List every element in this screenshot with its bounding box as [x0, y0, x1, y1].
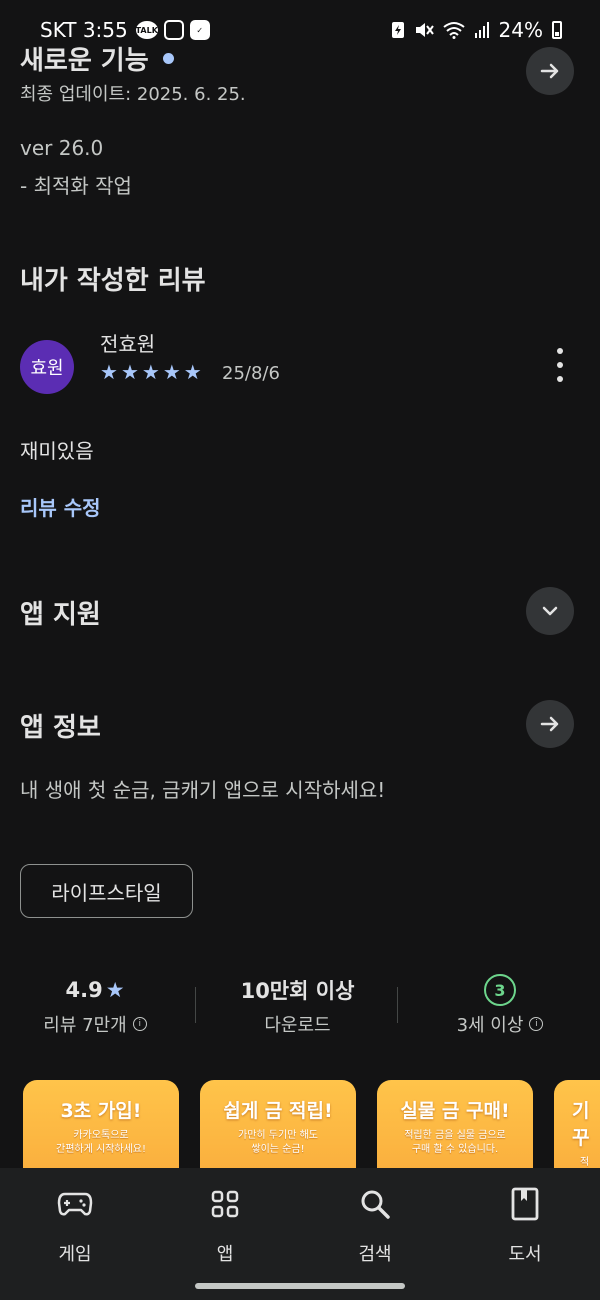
review-count: 리뷰 7만개 [43, 1015, 127, 1036]
arrow-right-icon [540, 716, 559, 732]
avatar: 효원 [20, 340, 74, 394]
whats-new-label: 새로운 기능 [20, 46, 149, 76]
info-icon: i [529, 1017, 544, 1031]
star-icon: ★ [100, 360, 118, 384]
star-icon: ★ [120, 360, 139, 384]
book-icon [511, 1187, 539, 1221]
rating-value: 4.9 [65, 978, 103, 1002]
screenshot-title: 3초 가입! [60, 1100, 142, 1122]
whats-new-title[interactable]: 새로운 기능 [20, 40, 174, 77]
app-info-heading[interactable]: 앱 정보 [20, 707, 101, 744]
version-text: ver 26.0 [20, 136, 104, 160]
screenshot-caption: 적립한 금을 실물 금으로 구매 할 수 있습니다. [404, 1130, 506, 1155]
nav-label: 검색 [358, 1244, 392, 1265]
age-rating-badge: 3 [484, 974, 516, 1006]
arrow-right-icon [540, 63, 559, 79]
nav-label: 도서 [508, 1244, 542, 1265]
battery-saver-icon [391, 22, 404, 38]
release-notes: - 최적화 작업 [20, 174, 132, 198]
screenshot-title: 실물 금 구매! [400, 1100, 510, 1122]
signal-icon [474, 22, 489, 38]
new-indicator-dot [162, 53, 174, 64]
app-support-heading[interactable]: 앱 지원 [20, 594, 101, 631]
nav-label: 앱 [216, 1244, 234, 1265]
star-rating: ★ ★ ★ ★ ★ [100, 360, 202, 384]
age-rating-stat[interactable]: 3 3세 이상 i [420, 974, 580, 1037]
rating-stat[interactable]: 4.9 ★ 리뷰 7만개 i [20, 975, 170, 1037]
app-description: 내 생애 첫 순금, 금캐기 앱으로 시작하세요! [20, 778, 386, 802]
rating-star-icon: ★ [105, 978, 125, 1002]
whats-new-arrow-button[interactable] [526, 47, 574, 95]
edit-review-link[interactable]: 리뷰 수정 [20, 492, 101, 521]
downloads-label: 다운로드 [264, 1015, 331, 1036]
age-rating-label: 3세 이상 [456, 1015, 524, 1036]
star-icon: ★ [183, 360, 202, 384]
nav-item-search[interactable]: 검색 [315, 1184, 435, 1266]
chevron-down-icon [542, 606, 558, 616]
checkbox-notification-icon: ✓ [189, 20, 210, 40]
info-icon: i [132, 1017, 147, 1031]
nav-item-books[interactable]: 도서 [465, 1184, 585, 1266]
category-chip[interactable]: 라이프스타일 [20, 864, 193, 918]
app-support-expand-button[interactable] [526, 587, 574, 635]
star-icon: ★ [141, 360, 160, 384]
star-icon: ★ [162, 360, 181, 384]
review-text: 재미있음 [20, 439, 94, 463]
carrier-time: SKT 3:55 [40, 18, 128, 42]
app-info-arrow-button[interactable] [526, 700, 574, 748]
mute-icon [415, 23, 434, 37]
stat-divider [397, 987, 398, 1023]
review-date: 25/8/6 [222, 363, 280, 384]
wifi-icon [442, 22, 465, 39]
battery-percent: 24% [498, 18, 543, 42]
search-icon [361, 1190, 390, 1219]
home-indicator[interactable] [195, 1283, 405, 1289]
status-right: 24% [391, 18, 562, 42]
screenshot-title: 쉽게 금 적립! [223, 1100, 333, 1122]
reviewer-name: 전효원 [100, 332, 156, 356]
downloads-value: 10만회 이상 [240, 979, 355, 1003]
instagram-icon [163, 20, 184, 40]
status-left: SKT 3:55 TALK ✓ [40, 18, 210, 42]
nav-item-games[interactable]: 게임 [15, 1184, 135, 1266]
last-updated: 최종 업데이트: 2025. 6. 25. [20, 84, 246, 105]
screenshot-caption: 가만히 두기만 해도 쌓이는 순금! [238, 1130, 318, 1155]
stat-divider [195, 987, 196, 1023]
apps-grid-icon [211, 1190, 239, 1218]
screenshot-title: 기꾸 [572, 1100, 590, 1149]
battery-icon [552, 21, 562, 39]
more-options-icon[interactable] [548, 348, 572, 382]
screenshot-caption: 카카오톡으로 간편하게 시작하세요! [56, 1130, 146, 1155]
nav-item-apps[interactable]: 앱 [165, 1184, 285, 1266]
kakaotalk-icon: TALK [136, 21, 158, 39]
gamepad-icon [57, 1192, 93, 1216]
downloads-stat: 10만회 이상 다운로드 [210, 975, 385, 1037]
my-review-heading: 내가 작성한 리뷰 [20, 266, 206, 296]
nav-label: 게임 [58, 1244, 92, 1265]
